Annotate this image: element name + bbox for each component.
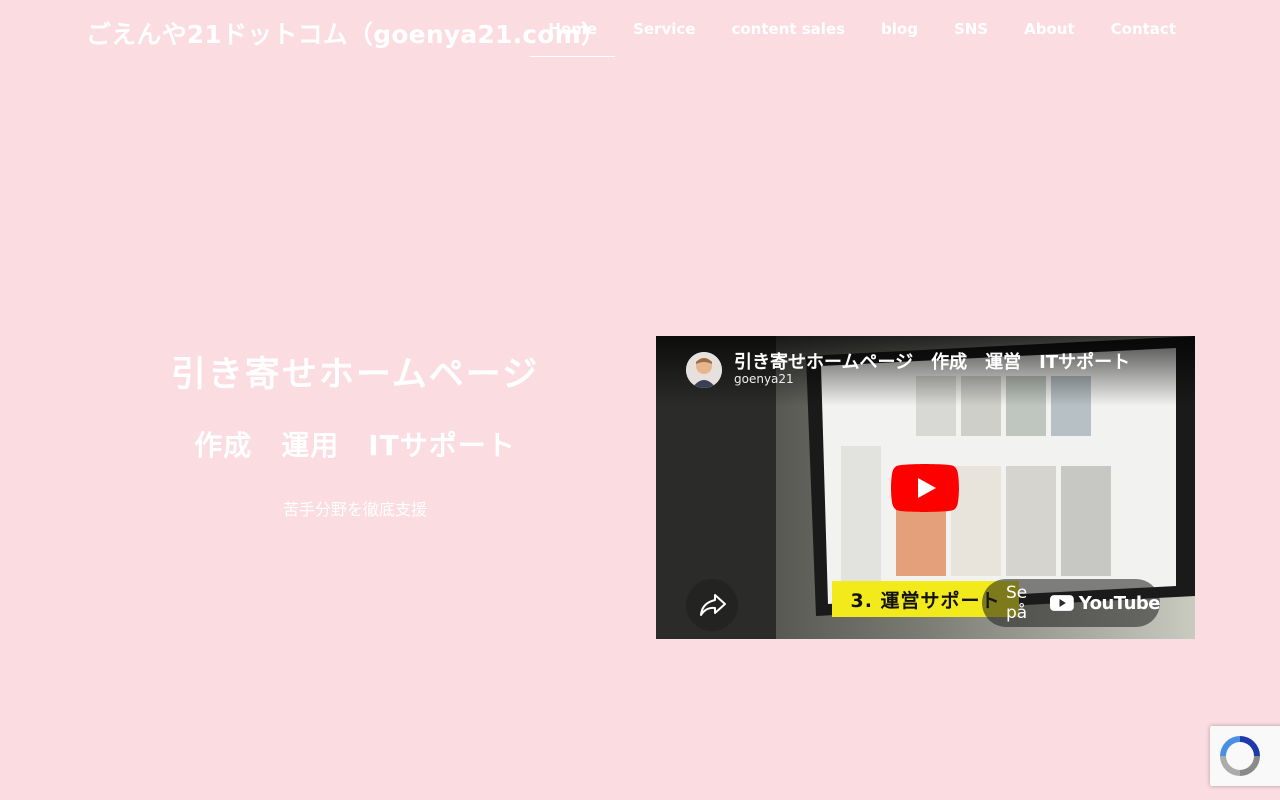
channel-avatar[interactable] <box>686 352 722 388</box>
avatar-icon <box>686 352 722 388</box>
nav-sns[interactable]: SNS <box>936 0 1006 58</box>
youtube-logo-icon <box>1049 595 1074 611</box>
main-nav: Home Service content sales blog SNS Abou… <box>530 0 1194 58</box>
video-channel: goenya21 <box>734 372 794 386</box>
nav-home[interactable]: Home <box>530 0 615 58</box>
page: ごえんや21ドットコム（goenya21.com） Home Service c… <box>0 0 1280 800</box>
watch-on-youtube-button[interactable]: Se på YouTube <box>982 579 1161 627</box>
hero-tagline: 苦手分野を徹底支援 <box>282 500 427 519</box>
recaptcha-badge[interactable] <box>1210 726 1280 786</box>
share-icon <box>700 594 726 616</box>
video-title[interactable]: 引き寄せホームページ 作成 運営 ITサポート <box>734 348 1164 374</box>
play-icon[interactable] <box>891 464 959 512</box>
hero-section: 引き寄せホームページ 作成 運用 ITサポート 苦手分野を徹底支援 <box>70 350 640 521</box>
nav-content-sales[interactable]: content sales <box>713 0 863 58</box>
nav-service[interactable]: Service <box>615 0 713 58</box>
watch-label: Se på <box>1006 583 1028 623</box>
recaptcha-icon <box>1220 736 1260 776</box>
nav-about[interactable]: About <box>1006 0 1093 58</box>
hero-subtitle: 作成 運用 ITサポート <box>194 429 516 462</box>
youtube-embed[interactable]: 引き寄せホームページ 作成 運営 ITサポート goenya21 3. 運営サポ… <box>656 336 1195 639</box>
site-title[interactable]: ごえんや21ドットコム（goenya21.com） <box>86 18 606 52</box>
nav-blog[interactable]: blog <box>863 0 936 58</box>
hero-title: 引き寄せホームページ <box>170 355 540 395</box>
share-button[interactable] <box>686 579 738 631</box>
nav-contact[interactable]: Contact <box>1093 0 1194 58</box>
youtube-label: YouTube <box>1078 592 1161 614</box>
